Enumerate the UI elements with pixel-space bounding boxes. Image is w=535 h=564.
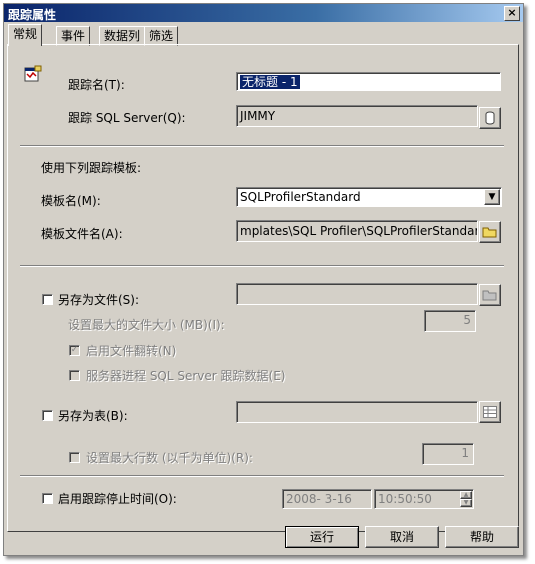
- trace-properties-icon: [24, 65, 42, 82]
- table-icon: [483, 406, 497, 418]
- separator: [20, 145, 504, 147]
- template-name-label: 模板名(M):: [41, 194, 101, 208]
- title-bar: 跟踪属性 ×: [4, 4, 523, 22]
- tab-general[interactable]: 常规: [8, 24, 43, 46]
- save-to-file-label: 另存为文件(S):: [58, 293, 140, 307]
- server-label: 跟踪 SQL Server(Q):: [68, 111, 186, 125]
- template-heading: 使用下列跟踪模板:: [41, 161, 142, 175]
- database-icon: [485, 111, 495, 125]
- max-file-size-label: 设置最大的文件大小 (MB)(I):: [68, 318, 225, 332]
- tab-events[interactable]: 事件: [56, 26, 91, 46]
- trace-properties-window: 跟踪属性 × 常规 事件 数据列 筛选 跟踪名(T): 无标题 - 1 跟踪 S…: [3, 3, 524, 556]
- enable-rollover-label: 启用文件翻转(N): [86, 344, 177, 358]
- max-rows-checkbox[interactable]: [69, 452, 80, 463]
- spin-down-icon[interactable]: ▼: [460, 499, 472, 507]
- tab-filters[interactable]: 筛选: [144, 26, 179, 46]
- trace-name-label: 跟踪名(T):: [68, 78, 125, 92]
- general-tab-panel: 跟踪名(T): 无标题 - 1 跟踪 SQL Server(Q): JIMMY …: [7, 44, 519, 532]
- cancel-button[interactable]: 取消: [365, 526, 439, 548]
- tab-data-columns[interactable]: 数据列: [99, 26, 146, 46]
- stop-time-spinner: 10:50:50 ▲ ▼: [374, 489, 474, 509]
- folder-icon: [482, 290, 497, 301]
- separator: [20, 265, 504, 267]
- server-field: JIMMY: [236, 105, 478, 127]
- save-to-table-checkbox[interactable]: [42, 410, 53, 421]
- template-name-select[interactable]: SQLProfilerStandard ▼: [236, 187, 502, 207]
- enable-stop-time-checkbox[interactable]: [42, 493, 53, 504]
- max-rows-label: 设置最大行数 (以千为单位)(R):: [86, 451, 253, 465]
- template-file-field: mplates\SQL Profiler\SQLProfilerStandard…: [236, 220, 478, 242]
- server-process-label: 服务器进程 SQL Server 跟踪数据(E): [86, 369, 286, 383]
- save-to-table-label: 另存为表(B):: [58, 409, 128, 423]
- save-to-file-checkbox[interactable]: [42, 294, 53, 305]
- save-file-browse-button[interactable]: [479, 284, 501, 306]
- chevron-down-icon[interactable]: ▼: [484, 189, 500, 205]
- max-file-size-input: 5: [424, 310, 476, 332]
- template-file-browse-button[interactable]: [479, 221, 501, 243]
- trace-name-input[interactable]: 无标题 - 1: [236, 72, 501, 91]
- window-title: 跟踪属性: [8, 8, 57, 22]
- max-rows-input: 1: [422, 443, 474, 465]
- close-button[interactable]: ×: [504, 6, 520, 21]
- run-button[interactable]: 运行: [285, 526, 359, 548]
- folder-icon: [482, 227, 497, 238]
- spin-up-icon[interactable]: ▲: [460, 491, 472, 499]
- save-table-browse-button[interactable]: [479, 401, 501, 423]
- help-button[interactable]: 帮助: [445, 526, 519, 548]
- server-process-checkbox[interactable]: [69, 370, 80, 381]
- save-table-field: [236, 401, 478, 423]
- separator: [20, 475, 504, 477]
- enable-rollover-checkbox[interactable]: ✓: [69, 345, 80, 356]
- enable-stop-time-label: 启用跟踪停止时间(O):: [58, 492, 177, 506]
- stop-date-picker: 2008- 3-16: [282, 489, 372, 509]
- save-file-path-field: [236, 283, 478, 305]
- server-browse-button[interactable]: [479, 107, 501, 129]
- template-file-label: 模板文件名(A):: [41, 227, 123, 241]
